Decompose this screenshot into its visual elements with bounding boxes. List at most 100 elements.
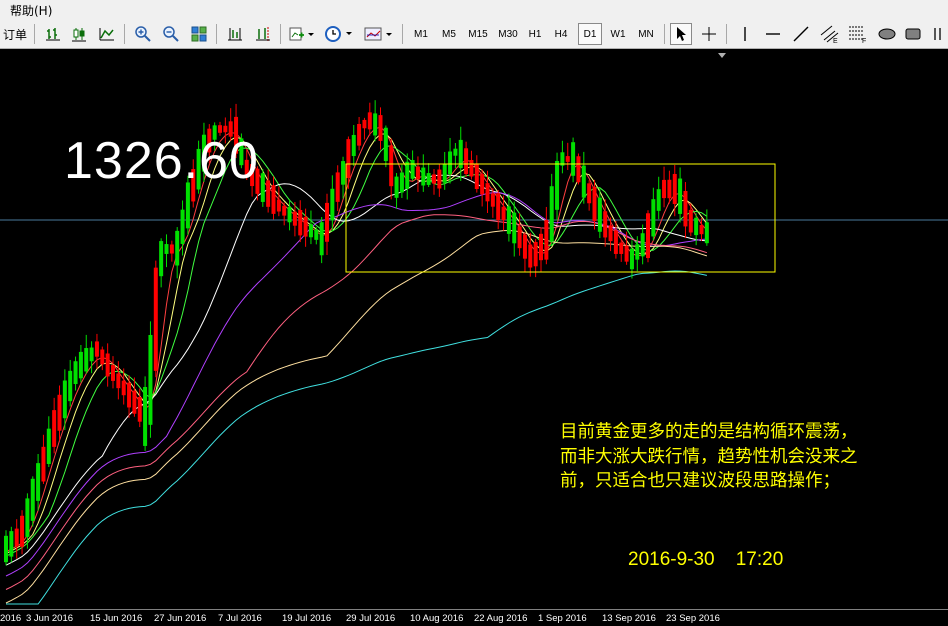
menu-help[interactable]: 帮助(H)	[10, 2, 52, 19]
candle-body	[282, 205, 287, 216]
timeframe-h1[interactable]: H1	[524, 23, 546, 45]
indicators-icon[interactable]	[288, 23, 316, 45]
timeframe-h4[interactable]: H4	[550, 23, 572, 45]
time-axis-label: 23 Sep 2016	[666, 613, 720, 624]
analysis-comment: 目前黄金更多的走的是结构循环震荡，而非大涨大跌行情，趋势性机会没来之前，只适合也…	[560, 422, 858, 491]
candle-body	[308, 224, 313, 238]
crosshair-icon[interactable]	[698, 23, 720, 45]
time-axis-label: 19 Jul 2016	[282, 613, 332, 624]
candle-body	[640, 233, 645, 257]
candle-body	[464, 148, 469, 174]
cursor-icon[interactable]	[670, 23, 692, 45]
timeframe-d1[interactable]: D1	[578, 23, 602, 45]
candle-body	[78, 351, 83, 379]
candle-body	[325, 202, 329, 242]
trendline-icon[interactable]	[790, 23, 812, 45]
candle-body	[9, 531, 14, 557]
candle-body	[421, 167, 426, 186]
candle-body	[699, 224, 704, 235]
bar-chart-icon[interactable]	[42, 23, 64, 45]
tile-windows-icon[interactable]	[188, 23, 210, 45]
time-axis-label: 27 Jun 2016	[154, 613, 207, 624]
timeframe-m30[interactable]: M30	[494, 23, 522, 45]
candle-body	[667, 179, 672, 199]
candle-body	[20, 515, 25, 547]
candle-body	[41, 446, 46, 482]
candle-body	[373, 113, 378, 136]
candle-body	[111, 365, 115, 381]
candle-body	[683, 190, 688, 227]
toolbar-more-icon[interactable]	[928, 23, 948, 45]
candle-body	[143, 386, 148, 446]
timeframe-m1[interactable]: M1	[408, 23, 434, 45]
ellipse-icon[interactable]	[876, 23, 898, 45]
candle-body	[399, 172, 404, 193]
candle-body	[635, 244, 640, 260]
time-axis-label: 2016	[0, 613, 22, 624]
candle-body	[539, 233, 543, 261]
candle-body	[629, 248, 634, 270]
candle-body	[613, 230, 618, 254]
clock-icon[interactable]	[322, 23, 356, 45]
candle-body	[496, 193, 501, 221]
candle-body	[512, 212, 517, 244]
equidistant-channel-icon[interactable]: E	[818, 23, 842, 45]
chart-shift-marker	[718, 53, 726, 58]
candle-body	[169, 244, 174, 254]
period-separator-icon[interactable]	[224, 23, 246, 45]
price-label: 1326.60	[64, 132, 259, 190]
candle-body	[62, 380, 67, 419]
candle-body	[357, 123, 362, 146]
candle-body	[453, 148, 458, 156]
horizontal-line-icon[interactable]	[762, 23, 784, 45]
candle-body	[442, 164, 447, 183]
candle-body	[335, 172, 340, 202]
candle-body	[121, 380, 126, 396]
timestamp-label: 2016-9-30 17:20	[628, 549, 784, 570]
candle-body	[624, 245, 629, 262]
candle-body	[651, 199, 656, 237]
candle-body	[164, 244, 169, 254]
candle-body	[330, 188, 335, 221]
toolbar-separator	[216, 24, 217, 44]
line-chart-icon[interactable]	[96, 23, 118, 45]
rectangle-icon[interactable]	[902, 23, 924, 45]
candle-body	[432, 174, 436, 184]
candle-body	[549, 186, 554, 242]
timeframe-m15[interactable]: M15	[464, 23, 492, 45]
candle-body	[137, 396, 142, 422]
candle-body	[89, 347, 94, 362]
timeframe-w1[interactable]: W1	[606, 23, 630, 45]
templates-icon[interactable]	[362, 23, 396, 45]
candle-body	[480, 174, 485, 195]
candle-body	[672, 173, 677, 205]
svg-text:F: F	[862, 38, 866, 43]
fibonacci-icon[interactable]: F	[846, 23, 870, 45]
toolbar-separator	[280, 24, 281, 44]
zoom-out-icon[interactable]	[160, 23, 182, 45]
vertical-line-icon[interactable]	[734, 23, 756, 45]
price-chart[interactable]: 1326.60 目前黄金更多的走的是结构循环震荡，而非大涨大跌行情，趋势性机会没…	[0, 49, 948, 609]
candle-body	[52, 410, 57, 447]
candle-chart-icon[interactable]	[68, 23, 90, 45]
candle-body	[367, 112, 372, 130]
candle-body	[127, 382, 132, 408]
candle-body	[571, 142, 576, 176]
candle-body	[426, 173, 431, 185]
candle-body	[105, 353, 110, 377]
candle-body	[490, 193, 495, 207]
toolbar-separator	[34, 24, 35, 44]
chart-shift-icon[interactable]	[252, 23, 274, 45]
menu-bar: 帮助(H)	[0, 0, 948, 21]
candle-body	[276, 199, 281, 212]
timeframe-m5[interactable]: M5	[436, 23, 462, 45]
candle-body	[180, 209, 185, 244]
order-button[interactable]: 订单	[0, 23, 30, 45]
consolidation-box	[345, 163, 776, 273]
candle-body	[704, 222, 709, 244]
timeframe-mn[interactable]: MN	[634, 23, 658, 45]
candle-body	[646, 213, 650, 259]
candle-body	[378, 115, 383, 141]
zoom-in-icon[interactable]	[132, 23, 154, 45]
candle-body	[175, 230, 180, 266]
